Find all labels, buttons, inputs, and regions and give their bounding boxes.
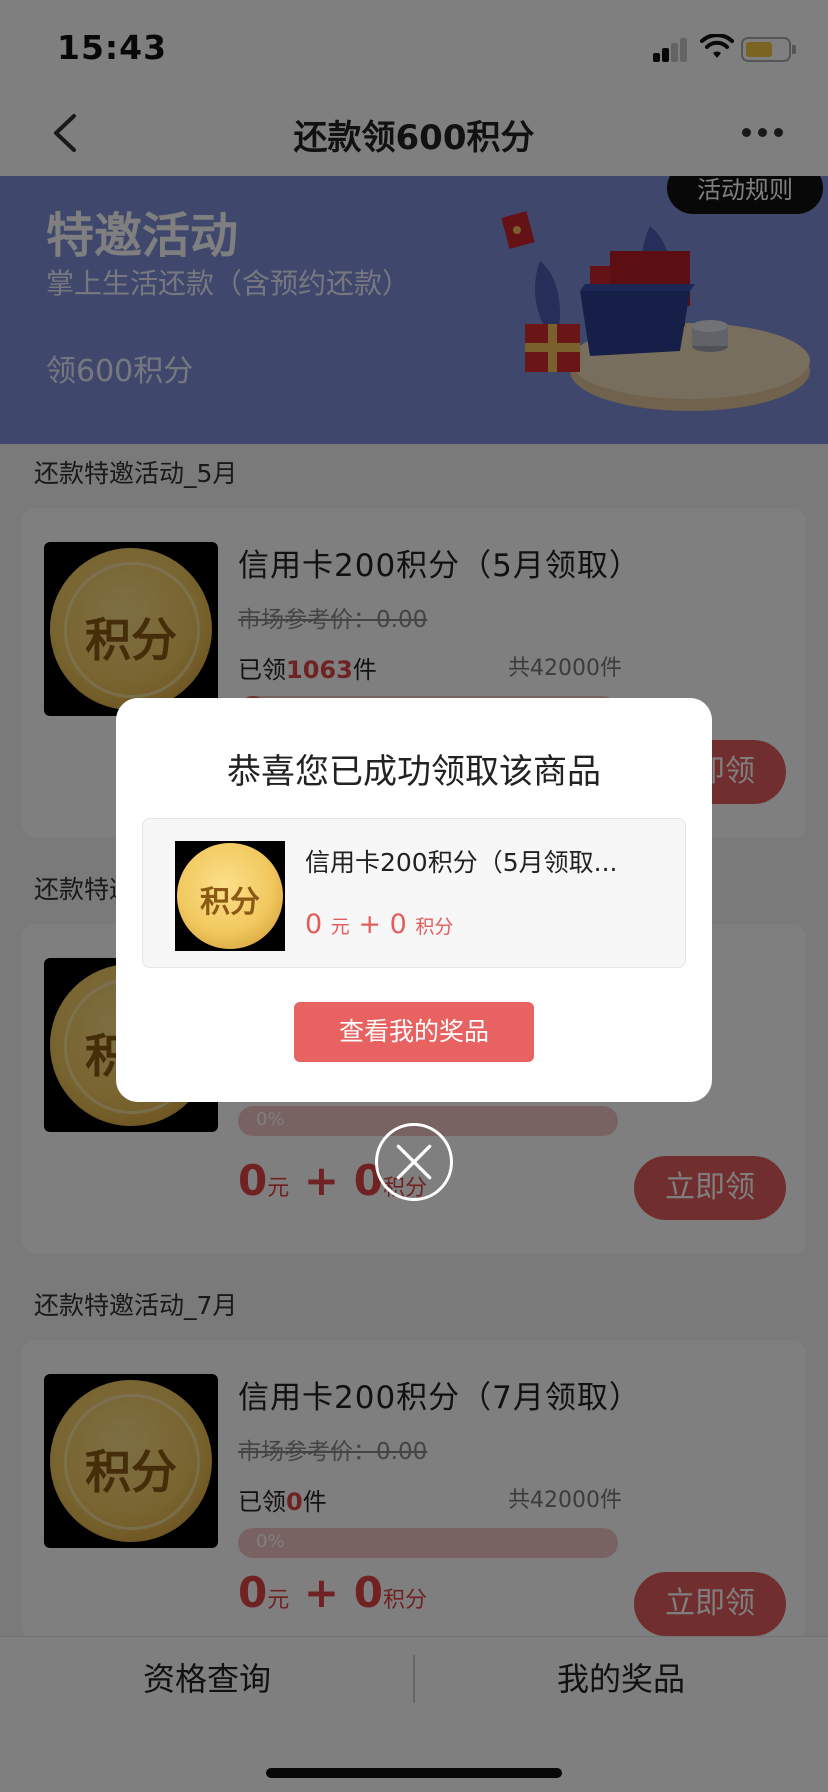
close-icon[interactable] xyxy=(375,1123,453,1201)
view-my-prizes-button[interactable]: 查看我的奖品 xyxy=(294,1002,534,1062)
success-dialog: 恭喜您已成功领取该商品 积分 信用卡200积分（5月领取... 0 元 + 0 … xyxy=(116,698,712,1102)
coin-label: 积分 xyxy=(200,885,260,920)
dialog-product-price: 0 元 + 0 积分 xyxy=(305,909,454,940)
dialog-title: 恭喜您已成功领取该商品 xyxy=(227,752,601,792)
dialog-product-title: 信用卡200积分（5月领取... xyxy=(305,848,618,877)
dialog-product: 积分 信用卡200积分（5月领取... 0 元 + 0 积分 xyxy=(142,818,686,968)
dialog-product-thumbnail: 积分 xyxy=(175,841,285,951)
